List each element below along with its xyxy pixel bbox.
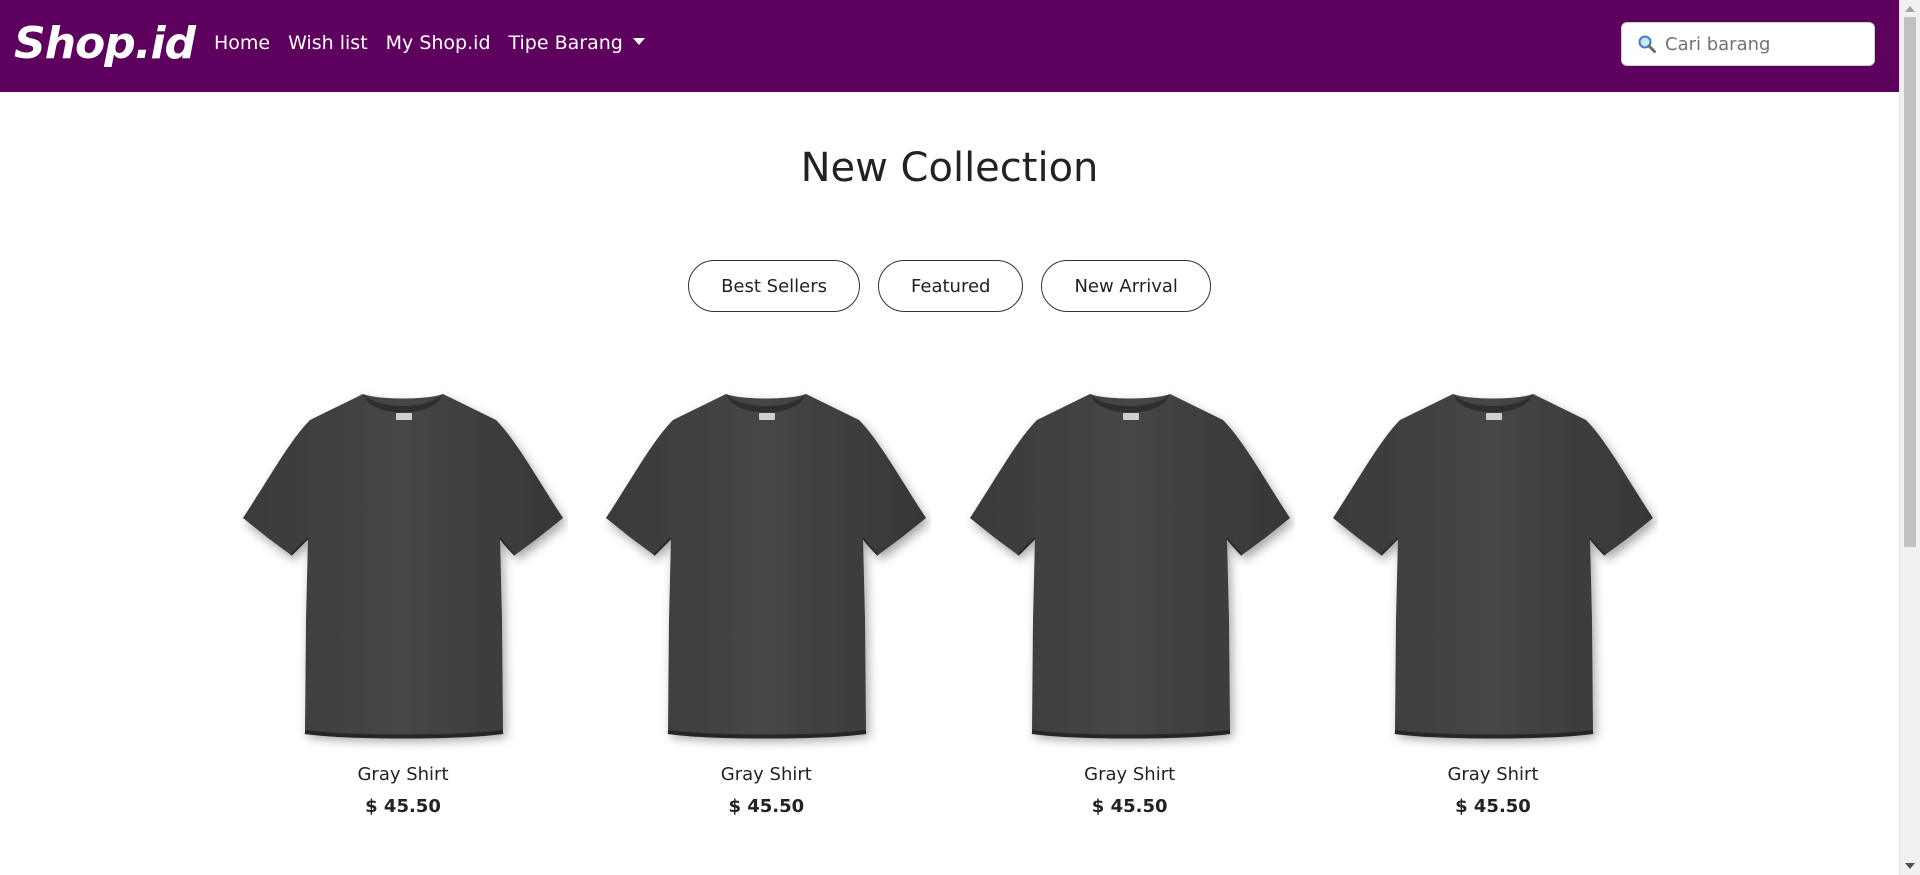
search-icon [1638,35,1656,53]
gray-tshirt-image[interactable] [601,380,931,750]
nav-links: Home Wish list My Shop.id Tipe Barang [214,29,663,57]
filter-new-arrival-button[interactable]: New Arrival [1041,260,1211,312]
nav-link-my-shop[interactable]: My Shop.id [386,29,491,57]
product-card[interactable]: Gray Shirt $ 45.50 [1328,380,1658,820]
product-name[interactable]: Gray Shirt [357,762,448,788]
product-card[interactable]: Gray Shirt $ 45.50 [965,380,1295,820]
search-box[interactable] [1621,22,1875,66]
scrollbar-thumb[interactable] [1904,17,1916,547]
page-title: New Collection [800,145,1099,191]
product-price: $ 45.50 [728,796,805,817]
product-card[interactable]: Gray Shirt $ 45.50 [601,380,931,820]
product-price: $ 45.50 [1455,796,1531,817]
product-name[interactable]: Gray Shirt [1447,762,1538,788]
page: Shop.id Home Wish list My Shop.id Tipe B… [0,0,1920,875]
scroll-down-arrow-icon[interactable] [1905,863,1915,869]
search-input[interactable] [1665,33,1855,55]
filter-group: Best Sellers Featured New Arrival [0,260,1899,312]
nav-link-home[interactable]: Home [214,29,270,57]
nav-dropdown-label: Tipe Barang [508,32,623,54]
filter-featured-button[interactable]: Featured [878,260,1024,312]
nav-link-wish-list[interactable]: Wish list [288,29,368,57]
gray-tshirt-image[interactable] [1328,380,1658,750]
filter-best-sellers-button[interactable]: Best Sellers [688,260,860,312]
product-grid: Gray Shirt $ 45.50 Gray Shirt $ 45.50 Gr… [238,380,1658,820]
gray-tshirt-image[interactable] [238,380,568,750]
nav-dropdown-tipe-barang[interactable]: Tipe Barang [509,29,645,57]
navbar: Shop.id Home Wish list My Shop.id Tipe B… [0,0,1899,92]
brand-logo[interactable]: Shop.id [14,14,196,74]
gray-tshirt-image[interactable] [965,380,1295,750]
scroll-up-arrow-icon[interactable] [1905,6,1915,12]
caret-down-icon [632,38,645,45]
product-card[interactable]: Gray Shirt $ 45.50 [238,380,568,820]
scrollbar[interactable] [1899,0,1920,875]
product-price: $ 45.50 [1091,796,1168,817]
product-name[interactable]: Gray Shirt [1084,762,1175,788]
product-price: $ 45.50 [365,796,441,817]
product-name[interactable]: Gray Shirt [721,762,812,788]
